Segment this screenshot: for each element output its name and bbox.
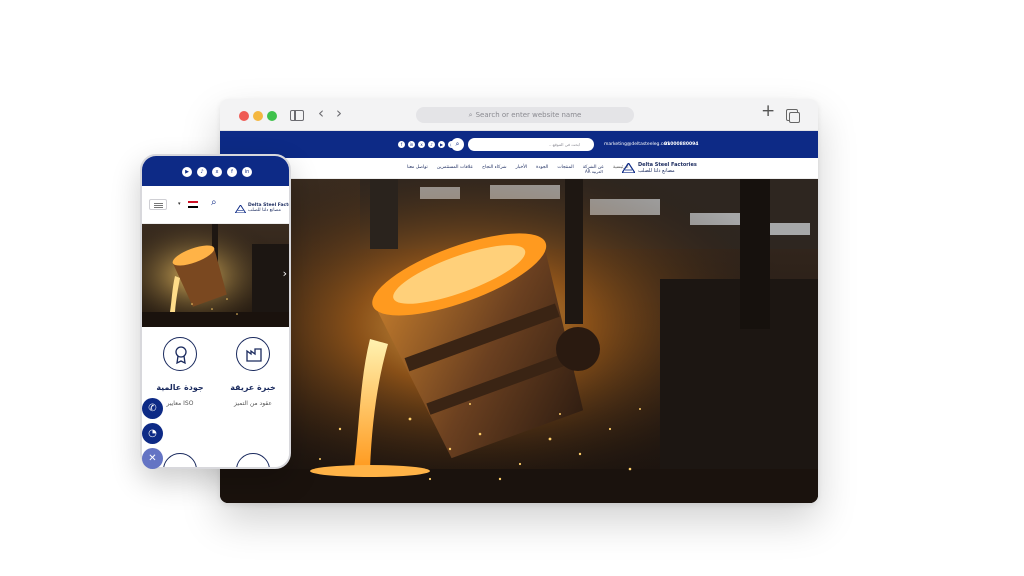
search-icon: ⌕ (468, 111, 473, 119)
facebook-icon[interactable]: f (398, 141, 405, 148)
phone-mockup: ▶ ♪ x f in ▾ ⌕ Delta Steel Factories مصا (140, 154, 291, 469)
phone-top-bar: ▶ ♪ x f in (142, 156, 289, 186)
linkedin-icon[interactable]: in (408, 141, 415, 148)
hero-banner-image (220, 179, 818, 503)
plus-icon[interactable]: + (761, 103, 775, 120)
growth-arrow-icon (163, 453, 197, 467)
logo-mark-icon (622, 163, 635, 173)
whatsapp-icon[interactable]: ◔ (142, 423, 163, 444)
search-icon[interactable]: ⌕ (211, 197, 217, 208)
feature-title: جودة عالمية (156, 383, 204, 392)
site-search-button[interactable]: ⌕ (451, 138, 464, 151)
address-bar[interactable]: ⌕ Search or enter website name (416, 107, 634, 123)
brand-logo[interactable]: Delta Steel Factories مصانع دلتا للصلب (622, 162, 697, 174)
molten-steel-illustration (142, 224, 289, 327)
site-top-bar: f in x ♪ ▶ ◎ ⌕ ابحث في الموقع... marketi… (220, 131, 818, 158)
tiktok-icon[interactable]: ♪ (428, 141, 435, 148)
feature-subtitle: عقود من التميز (234, 400, 272, 407)
brand-name-ar: مصانع دلتا للصلب (248, 207, 281, 213)
nav-investors[interactable]: علاقات المستثمرين (437, 165, 473, 170)
browser-window: ‹ › ⌕ Search or enter website name + f in… (220, 99, 818, 503)
social-icons-row: f in x ♪ ▶ ◎ (398, 141, 455, 149)
carousel-next-icon[interactable]: › (283, 267, 287, 280)
tiktok-icon[interactable]: ♪ (197, 167, 207, 177)
forward-arrow-icon[interactable]: › (336, 106, 342, 121)
browser-toolbar: ‹ › ⌕ Search or enter website name + (220, 99, 818, 131)
feature-card-experience: خبرة عريقة عقود من التميز (223, 337, 283, 407)
brand-name-ar: مصانع دلتا للصلب (638, 168, 675, 174)
nav-news[interactable]: الأخبار (516, 165, 528, 170)
close-icon[interactable]: ✕ (142, 448, 163, 469)
nav-products[interactable]: المنتجات (557, 165, 573, 170)
contact-email[interactable]: marketing@deltasteeleg.com (604, 142, 670, 147)
phone-hero-image: › (142, 224, 289, 327)
maximize-window-button[interactable] (267, 111, 277, 121)
sidebar-toggle-icon[interactable] (290, 110, 304, 121)
x-icon[interactable]: x (212, 167, 222, 177)
feature-card-quality: جودة عالمية معايير ISO (150, 337, 210, 407)
phone-brand-logo[interactable]: Delta Steel Factories مصانع دلتا للصلب (234, 198, 289, 217)
close-window-button[interactable] (239, 111, 249, 121)
factory-icon (236, 337, 270, 371)
language-dropdown[interactable]: ▾ (178, 201, 181, 207)
youtube-icon[interactable]: ▶ (438, 141, 445, 148)
award-ribbon-icon (163, 337, 197, 371)
youtube-icon[interactable]: ▶ (182, 167, 192, 177)
hamburger-menu-icon[interactable] (149, 199, 167, 210)
x-icon[interactable]: x (418, 141, 425, 148)
back-arrow-icon[interactable]: ‹ (318, 106, 324, 121)
facebook-icon[interactable]: f (227, 167, 237, 177)
contact-phone[interactable]: 01000880094 (664, 142, 698, 147)
phone-social-icons: ▶ ♪ x f in (182, 167, 252, 177)
linkedin-icon[interactable]: in (242, 167, 252, 177)
molten-steel-illustration (220, 179, 818, 503)
tabs-overview-icon[interactable] (786, 109, 800, 123)
logo-mark-icon (234, 198, 247, 217)
minimize-window-button[interactable] (253, 111, 263, 121)
egypt-flag-icon[interactable] (188, 201, 198, 208)
language-selector[interactable]: AR العربية (585, 169, 603, 174)
nav-contact[interactable]: تواصل معنا (407, 165, 428, 170)
phone-icon[interactable]: ✆ (142, 398, 163, 419)
feature-title: خبرة عريقة (230, 383, 276, 392)
nav-quality[interactable]: الجودة (536, 165, 548, 170)
address-placeholder: Search or enter website name (475, 111, 582, 119)
site-search-input[interactable]: ابحث في الموقع... (468, 138, 594, 151)
thumbs-up-icon (236, 453, 270, 467)
phone-header: ▾ ⌕ Delta Steel Factories مصانع دلتا للص… (142, 186, 289, 224)
features-section: خبرة عريقة عقود من التميز جودة عالمية مع… (142, 327, 289, 467)
site-navigation: الرئيسية عن الشركة المنتجات الجودة الأخب… (220, 158, 818, 179)
nav-success-partners[interactable]: شركاء النجاح (482, 165, 506, 170)
